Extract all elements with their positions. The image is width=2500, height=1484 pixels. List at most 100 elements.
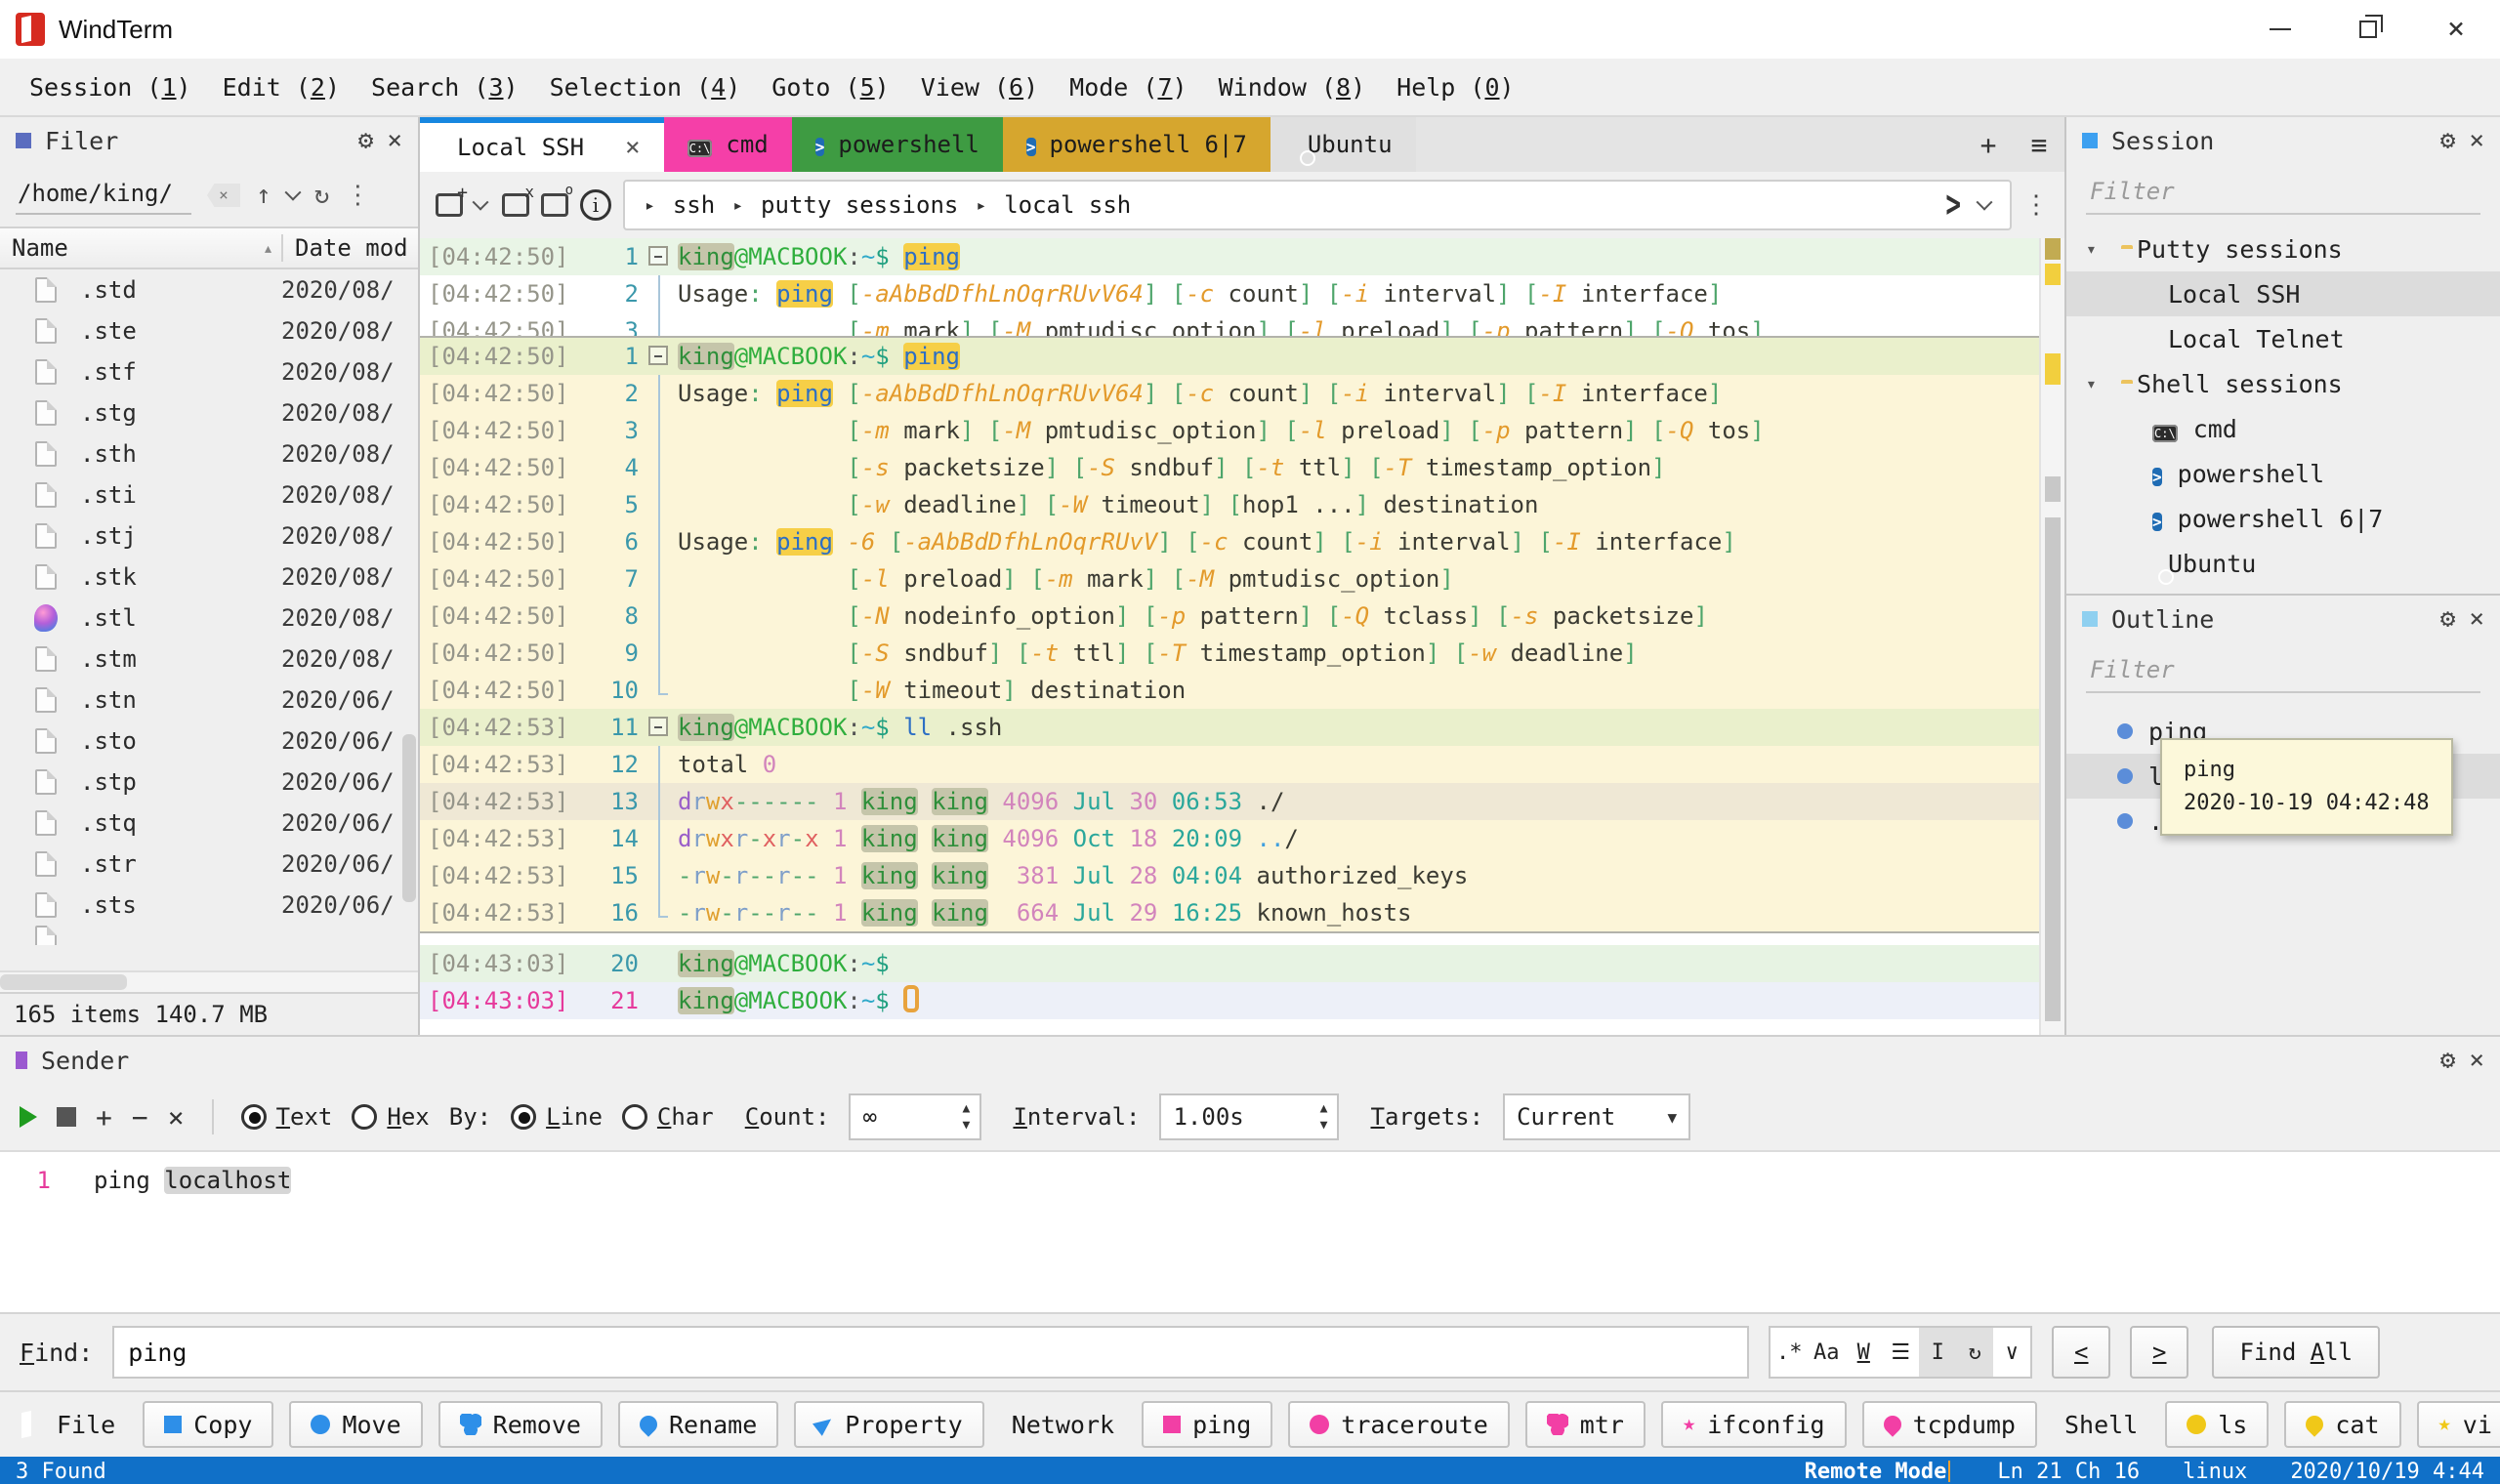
duplicate-tab-icon[interactable]	[541, 183, 573, 217]
sidebar-item-local-telnet[interactable]: Local Telnet	[2066, 316, 2500, 361]
sidebar-item-ubuntu[interactable]: Ubuntu	[2066, 541, 2500, 586]
gear-icon[interactable]: ⚙	[2440, 128, 2456, 153]
clear-button[interactable]: ×	[168, 1101, 185, 1134]
match-case-icon[interactable]: Aa	[1808, 1328, 1845, 1377]
tab-local-ssh[interactable]: Local SSH ×	[420, 117, 664, 172]
session-filter-input[interactable]: Filter	[2086, 172, 2480, 215]
gear-icon[interactable]: ⚙	[2440, 606, 2456, 632]
file-row[interactable]: .stn 2020/06/	[0, 680, 418, 721]
fold-collapse-icon[interactable]	[648, 717, 668, 736]
file-row[interactable]: .str 2020/06/	[0, 844, 418, 885]
sidebar-item-shell-sessions[interactable]: ▾ Shell sessions	[2066, 361, 2500, 406]
move-button[interactable]: Move	[289, 1401, 423, 1448]
file-row[interactable]: .stg 2020/08/	[0, 392, 418, 433]
more-menu-icon[interactable]: ⋮	[345, 181, 370, 210]
path-input[interactable]: /home/king/	[16, 176, 191, 215]
sidebar-item-powershell[interactable]: > powershell	[2066, 451, 2500, 496]
menu-item-mode[interactable]: Mode (7)	[1056, 65, 1200, 109]
more-menu-icon[interactable]: ⋮	[2023, 192, 2049, 218]
sidebar-item-powershell-6-7[interactable]: > powershell 6|7	[2066, 496, 2500, 541]
terminal-view[interactable]: [04:42:50] 1 king@MACBOOK:~$ ping [04:42:50…	[420, 238, 2064, 1035]
multiline-icon[interactable]: ☰	[1882, 1328, 1919, 1377]
file-row[interactable]: .stj 2020/08/	[0, 515, 418, 556]
radio-hex[interactable]: Hex	[352, 1103, 430, 1131]
sender-content[interactable]: 1 ping localhost	[0, 1150, 2500, 1312]
ifconfig-button[interactable]: ★ ifconfig	[1660, 1401, 1847, 1448]
targets-select[interactable]: Current ▼	[1503, 1093, 1691, 1140]
column-date[interactable]: Date mod	[281, 234, 418, 262]
tab-ubuntu[interactable]: Ubuntu	[1270, 117, 1416, 172]
find-previous-button[interactable]: <	[2052, 1326, 2111, 1379]
sidebar-item-local-ssh[interactable]: Local SSH	[2066, 271, 2500, 316]
whole-word-icon[interactable]: W	[1845, 1328, 1882, 1377]
fold-marker[interactable]	[639, 238, 678, 275]
file-row[interactable]: .sth 2020/08/	[0, 433, 418, 474]
chevron-down-icon[interactable]	[1976, 193, 1993, 211]
interval-stepper[interactable]: 1.00s ▲ ▼	[1159, 1093, 1340, 1140]
close-icon[interactable]: ×	[2469, 606, 2484, 632]
breadcrumb-item[interactable]: ssh	[673, 191, 715, 219]
rename-button[interactable]: Rename	[617, 1401, 779, 1448]
chevron-down-icon[interactable]	[284, 184, 302, 201]
wrap-around-icon[interactable]: ↻	[1956, 1328, 1994, 1377]
file-row[interactable]	[0, 926, 418, 945]
fold-marker[interactable]	[639, 709, 678, 746]
file-row[interactable]: .sti 2020/08/	[0, 474, 418, 515]
menu-item-window[interactable]: Window (8)	[1205, 65, 1380, 109]
close-icon[interactable]: ×	[387, 128, 402, 153]
menu-item-view[interactable]: View (6)	[907, 65, 1052, 109]
info-icon[interactable]: i	[580, 189, 611, 221]
property-button[interactable]: Property	[794, 1401, 984, 1448]
caret-icon[interactable]: I	[1919, 1328, 1957, 1377]
menu-item-session[interactable]: Session (1)	[16, 65, 205, 109]
file-row[interactable]: .stk 2020/08/	[0, 556, 418, 598]
column-name[interactable]: Name ▴	[0, 234, 281, 262]
sidebar-item-putty-sessions[interactable]: ▾ Putty sessions	[2066, 227, 2500, 271]
maximize-button[interactable]	[2324, 0, 2412, 59]
run-chevron-icon[interactable]: >	[1945, 184, 1961, 227]
tab-close-icon[interactable]: ×	[625, 133, 641, 162]
filer-horizontal-scrollbar[interactable]	[0, 970, 418, 992]
breadcrumb-item[interactable]: local ssh	[1004, 191, 1131, 219]
radio-char[interactable]: Char	[621, 1103, 714, 1131]
file-row[interactable]: .stp 2020/06/	[0, 762, 418, 803]
close-icon[interactable]: ×	[2469, 1048, 2484, 1073]
menu-item-edit[interactable]: Edit (2)	[209, 65, 354, 109]
menu-item-selection[interactable]: Selection (4)	[536, 65, 755, 109]
file-row[interactable]: .stl 2020/08/	[0, 598, 418, 639]
tab-list-icon[interactable]: ≡	[2014, 117, 2064, 172]
expander-icon[interactable]: ▾	[2086, 374, 2105, 394]
terminal-scrollbar[interactable]	[2039, 238, 2064, 1035]
mtr-button[interactable]: mtr	[1524, 1401, 1646, 1448]
find-next-button[interactable]: >	[2130, 1326, 2189, 1379]
traceroute-button[interactable]: traceroute	[1288, 1401, 1510, 1448]
up-directory-icon[interactable]: ↑	[256, 181, 271, 210]
radio-line[interactable]: Line	[511, 1103, 603, 1131]
radio-text[interactable]: Text	[240, 1103, 332, 1131]
remove-button[interactable]: Remove	[438, 1401, 603, 1448]
cat-button[interactable]: cat	[2284, 1401, 2401, 1448]
filer-vertical-scrollbar[interactable]	[402, 734, 416, 902]
file-row[interactable]: .sto 2020/06/	[0, 721, 418, 762]
mode-indicator[interactable]: Remote Mode	[1805, 1460, 1947, 1484]
menu-item-goto[interactable]: Goto (5)	[758, 65, 902, 109]
menu-item-help[interactable]: Help (0)	[1383, 65, 1527, 109]
tab-powershell-6-7[interactable]: > powershell 6|7	[1002, 117, 1271, 172]
menu-item-search[interactable]: Search (3)	[357, 65, 532, 109]
add-line-button[interactable]: +	[96, 1101, 112, 1134]
ping-button[interactable]: ping	[1142, 1401, 1273, 1448]
vi-button[interactable]: ★ vi	[2416, 1401, 2500, 1448]
regex-icon[interactable]: .*	[1771, 1328, 1808, 1377]
close-button[interactable]: ×	[2412, 0, 2500, 59]
file-row[interactable]: .stm 2020/08/	[0, 639, 418, 680]
more-options-icon[interactable]: ∨	[1993, 1328, 2030, 1377]
close-tab-icon[interactable]	[502, 183, 534, 217]
fold-collapse-icon[interactable]	[648, 346, 668, 365]
minimize-button[interactable]	[2236, 0, 2324, 59]
send-stop-button[interactable]	[57, 1107, 76, 1127]
add-tab-button[interactable]: +	[1963, 117, 2014, 172]
file-row[interactable]: .ste 2020/08/	[0, 310, 418, 351]
copy-button[interactable]: Copy	[143, 1401, 274, 1448]
tab-powershell[interactable]: > powershell	[791, 117, 1003, 172]
find-input[interactable]: ping	[112, 1326, 1750, 1379]
